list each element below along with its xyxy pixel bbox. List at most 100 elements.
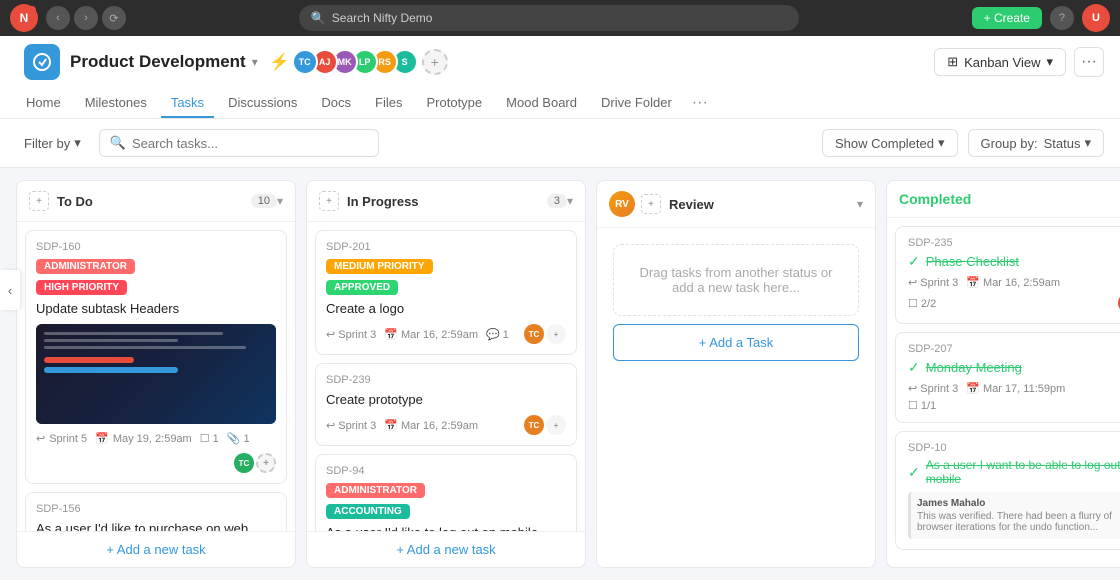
card-title: Create a logo	[326, 301, 566, 316]
tab-milestones[interactable]: Milestones	[75, 89, 157, 118]
card-tags-2: HIGH PRIORITY	[36, 280, 276, 295]
user-avatar[interactable]: U	[1082, 4, 1110, 32]
group-by-chevron-icon: ▾	[1084, 135, 1091, 151]
card-title: Update subtask Headers	[36, 301, 276, 316]
column-todo-header: + To Do 10 ▾	[17, 181, 295, 222]
add-member-button[interactable]: +	[422, 49, 448, 75]
project-name-wrap: Product Development ▾	[70, 52, 258, 72]
column-completed: Completed SDP-235 ✓ Phase Checklist ↩ Sp…	[886, 180, 1120, 568]
tab-discussions[interactable]: Discussions	[218, 89, 307, 118]
filter-button[interactable]: Filter by ▾	[16, 131, 89, 155]
todo-cards-area: SDP-160 ADMINISTRATOR HIGH PRIORITY Upda…	[17, 222, 295, 531]
card-id: SDP-160	[36, 241, 276, 253]
tab-drivefolder[interactable]: Drive Folder	[591, 89, 682, 118]
column-review: RV + Review ▾ Drag tasks from another st…	[596, 180, 876, 568]
group-by-button[interactable]: Group by: Status ▾	[968, 129, 1104, 157]
show-completed-button[interactable]: Show Completed ▾	[822, 129, 958, 157]
task-card-sdp239[interactable]: SDP-239 Create prototype ↩ Sprint 3 📅 Ma…	[315, 363, 577, 446]
tag-administrator: ADMINISTRATOR	[36, 259, 135, 274]
assignee-avatar: TC	[524, 415, 544, 435]
completed-meta: ↩ Sprint 3 📅 Mar 16, 2:59am	[908, 276, 1120, 289]
tag-high-priority: HIGH PRIORITY	[36, 280, 127, 295]
card-avatars: TC +	[524, 324, 566, 344]
task-card-sdp94[interactable]: SDP-94 ADMINISTRATOR ACCOUNTING As a use…	[315, 454, 577, 531]
help-icon[interactable]: ?	[1050, 6, 1074, 30]
card-avatars: TC +	[234, 453, 276, 473]
calendar-icon: 📅	[95, 432, 109, 445]
sprint-meta: ↩ Sprint 3	[326, 419, 376, 432]
column-inprogress-chevron-icon[interactable]: ▾	[567, 194, 573, 208]
add-assignee-icon[interactable]: +	[256, 453, 276, 473]
column-inprogress-title: In Progress	[347, 194, 541, 209]
completed-item-sdp235[interactable]: SDP-235 ✓ Phase Checklist ↩ Sprint 3 📅 M…	[895, 226, 1120, 324]
column-todo-icon: +	[29, 191, 49, 211]
tab-prototype[interactable]: Prototype	[417, 89, 493, 118]
completed-item-sdp207[interactable]: SDP-207 ✓ Monday Meeting ↩ Sprint 3 📅 Ma…	[895, 332, 1120, 423]
card-id: SDP-156	[36, 503, 276, 515]
check-icon: ✓	[908, 253, 920, 270]
task-card-sdp156[interactable]: SDP-156 As a user I'd like to purchase o…	[25, 492, 287, 531]
column-review-chevron-icon[interactable]: ▾	[857, 197, 863, 211]
completed-footer: ☐ 2/2 AJ TC	[908, 293, 1120, 313]
tag-medium-priority: MEDIUM PRIORITY	[326, 259, 433, 274]
tab-docs[interactable]: Docs	[311, 89, 361, 118]
review-drag-area: Drag tasks from another status or add a …	[613, 244, 859, 316]
address-text: Search Nifty Demo	[332, 11, 433, 25]
clip-count-meta: 📎 1	[227, 432, 250, 445]
column-completed-header: Completed	[887, 181, 1120, 218]
card-footer: ↩ Sprint 3 📅 Mar 16, 2:59am TC +	[326, 415, 566, 435]
add-task-review-button[interactable]: + Add a Task	[613, 324, 859, 361]
filter-label: Filter by	[24, 136, 70, 151]
tab-home[interactable]: Home	[16, 89, 71, 118]
search-icon: 🔍	[110, 135, 126, 151]
show-completed-chevron-icon: ▾	[938, 135, 945, 151]
date-meta: 📅 Mar 16, 2:59am	[384, 328, 478, 341]
add-assignee-icon[interactable]: +	[546, 324, 566, 344]
bolt-icon: ⚡	[270, 52, 290, 72]
inprogress-cards-area: SDP-201 MEDIUM PRIORITY APPROVED Create …	[307, 222, 585, 531]
add-task-inprogress-button[interactable]: + Add a new task	[307, 531, 585, 567]
tab-moodboard[interactable]: Mood Board	[496, 89, 587, 118]
nav-more-button[interactable]: ···	[686, 88, 714, 118]
comment-meta: 💬 1	[486, 328, 509, 341]
completed-title-text: As a user I want to be able to log out o…	[926, 458, 1120, 486]
tab-tasks[interactable]: Tasks	[161, 89, 214, 118]
address-search-icon: 🔍	[311, 11, 326, 25]
collapse-sidebar-button[interactable]: ‹	[0, 270, 20, 310]
date-meta: 📅 May 19, 2:59am	[95, 432, 192, 445]
card-tags-2: APPROVED	[326, 280, 566, 295]
sprint-meta: ↩ Sprint 3	[326, 328, 376, 341]
tag-administrator: ADMINISTRATOR	[326, 483, 425, 498]
kanban-chevron-icon: ▾	[1046, 54, 1053, 70]
search-input[interactable]	[132, 136, 368, 151]
tag-accounting: ACCOUNTING	[326, 504, 410, 519]
column-todo-chevron-icon[interactable]: ▾	[277, 194, 283, 208]
kanban-view-button[interactable]: ⊞ Kanban View ▾	[934, 48, 1066, 76]
project-dropdown-icon[interactable]: ▾	[252, 55, 258, 69]
history-button[interactable]: ⟳	[102, 6, 126, 30]
column-review-icon: +	[641, 194, 661, 214]
date-meta: 📅 Mar 16, 2:59am	[966, 276, 1060, 289]
sprint-meta: ↩ Sprint 5	[36, 432, 87, 445]
completed-meta: ↩ Sprint 3 📅 Mar 17, 11:59pm	[908, 382, 1120, 395]
column-review-avatar: RV	[609, 191, 635, 217]
create-button[interactable]: + Create	[972, 7, 1042, 29]
more-options-button[interactable]: ···	[1074, 47, 1104, 77]
address-bar[interactable]: 🔍 Search Nifty Demo	[299, 5, 799, 31]
tab-files[interactable]: Files	[365, 89, 412, 118]
task-count: ☐ 2/2	[908, 297, 936, 310]
add-assignee-icon[interactable]: +	[546, 415, 566, 435]
task-card-sdp201[interactable]: SDP-201 MEDIUM PRIORITY APPROVED Create …	[315, 230, 577, 355]
completed-id: SDP-10	[908, 442, 1120, 454]
task-card-sdp160[interactable]: SDP-160 ADMINISTRATOR HIGH PRIORITY Upda…	[25, 230, 287, 484]
forward-button[interactable]: ›	[74, 6, 98, 30]
card-id: SDP-94	[326, 465, 566, 477]
add-task-todo-button[interactable]: + Add a new task	[17, 531, 295, 567]
completed-title-text: Phase Checklist	[926, 254, 1019, 269]
nav-tabs: Home Milestones Tasks Discussions Docs F…	[16, 88, 1104, 118]
kanban-board: + To Do 10 ▾ SDP-160 ADMINISTRATOR HIGH …	[0, 168, 1120, 580]
group-by-label: Group by:	[981, 136, 1038, 151]
completed-item-sdp10[interactable]: SDP-10 ✓ As a user I want to be able to …	[895, 431, 1120, 550]
completed-id: SDP-207	[908, 343, 1120, 355]
back-button[interactable]: ‹	[46, 6, 70, 30]
